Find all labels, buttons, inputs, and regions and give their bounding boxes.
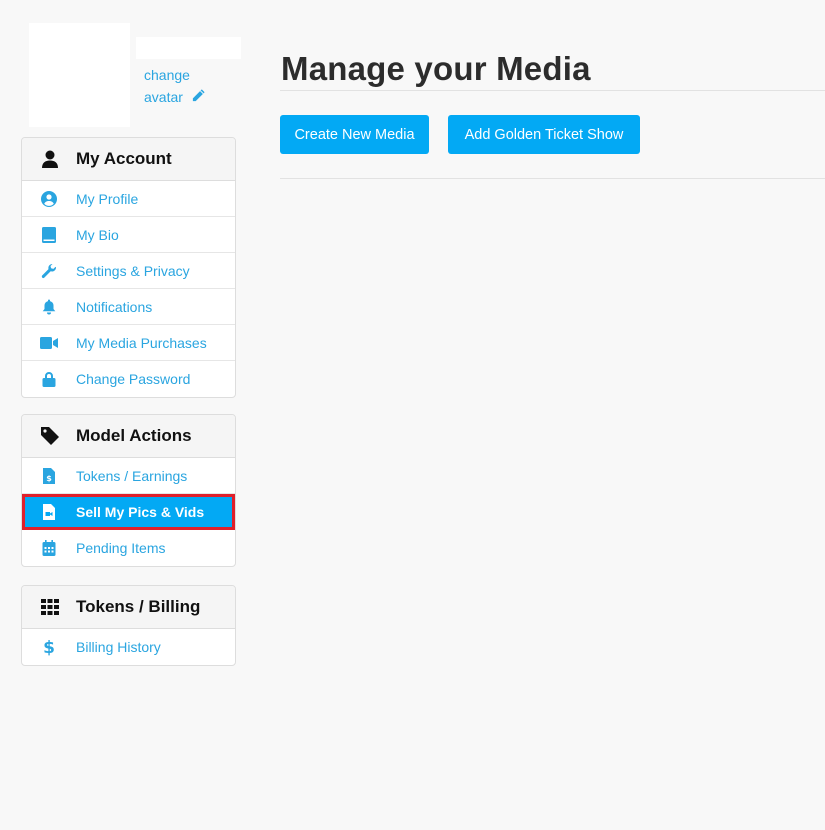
add-golden-ticket-show-button[interactable]: Add Golden Ticket Show xyxy=(448,115,640,154)
sidebar-item-label: My Bio xyxy=(76,226,119,243)
sidebar-item-my-bio[interactable]: My Bio xyxy=(22,217,235,253)
change-avatar-line2: avatar xyxy=(144,89,183,105)
file-video-icon xyxy=(40,503,58,521)
title-divider xyxy=(280,90,825,91)
sidebar-item-label: Pending Items xyxy=(76,540,166,556)
sidebar-item-notifications[interactable]: Notifications xyxy=(22,289,235,325)
sidebar-item-label: Notifications xyxy=(76,298,153,315)
book-icon xyxy=(40,226,58,244)
page-title: Manage your Media xyxy=(281,50,591,87)
sidebar-item-pending-items[interactable]: Pending Items xyxy=(22,530,235,566)
content-divider xyxy=(280,178,825,179)
video-camera-icon xyxy=(40,334,58,352)
sidebar-item-label: My Media Purchases xyxy=(76,334,207,351)
panel-title: Model Actions xyxy=(76,426,192,445)
change-avatar-link[interactable]: change avatar xyxy=(144,64,206,109)
panel-title: My Account xyxy=(76,149,172,168)
avatar-image[interactable] xyxy=(29,23,130,127)
grid-icon xyxy=(40,597,60,617)
user-icon xyxy=(40,149,60,169)
dollar-icon: $ xyxy=(40,638,58,656)
sidebar-item-change-password[interactable]: Change Password xyxy=(22,361,235,397)
sidebar-item-label: My Profile xyxy=(76,190,139,207)
sidebar-item-tokens-earnings[interactable]: $ Tokens / Earnings xyxy=(22,458,235,494)
tokens-billing-panel: Tokens / Billing $ Billing History xyxy=(21,585,236,666)
tag-icon xyxy=(40,426,60,446)
sidebar-item-billing-history[interactable]: $ Billing History xyxy=(22,629,235,665)
sidebar-item-label: Billing History xyxy=(76,639,161,655)
sidebar-item-my-media-purchases[interactable]: My Media Purchases xyxy=(22,325,235,361)
change-avatar-line1: change xyxy=(144,67,190,83)
username-redacted xyxy=(136,37,241,59)
my-account-header: My Account xyxy=(22,138,235,181)
lock-icon xyxy=(40,370,58,388)
pencil-icon xyxy=(191,87,206,109)
user-circle-icon xyxy=(40,190,58,208)
tokens-billing-header: Tokens / Billing xyxy=(22,586,235,629)
sidebar-item-my-profile[interactable]: My Profile xyxy=(22,181,235,217)
bell-icon xyxy=(40,298,58,316)
sidebar-item-label: Sell My Pics & Vids xyxy=(76,503,205,520)
svg-text:$: $ xyxy=(46,474,52,483)
model-actions-header: Model Actions xyxy=(22,415,235,458)
create-new-media-button[interactable]: Create New Media xyxy=(280,115,429,154)
wrench-icon xyxy=(40,262,58,280)
model-actions-panel: Model Actions $ Tokens / Earnings Sell M… xyxy=(21,414,236,567)
sidebar-item-label: Settings & Privacy xyxy=(76,262,190,279)
panel-title: Tokens / Billing xyxy=(76,597,201,616)
svg-text:$: $ xyxy=(43,638,55,656)
invoice-dollar-icon: $ xyxy=(40,467,58,485)
sidebar-item-label: Change Password xyxy=(76,371,191,387)
my-account-panel: My Account My Profile My Bio Settings & … xyxy=(21,137,236,398)
sidebar-item-label: Tokens / Earnings xyxy=(76,467,188,484)
sidebar-item-sell-my-pics-vids[interactable]: Sell My Pics & Vids xyxy=(22,494,235,530)
sidebar-item-settings-privacy[interactable]: Settings & Privacy xyxy=(22,253,235,289)
calendar-icon xyxy=(40,539,58,557)
